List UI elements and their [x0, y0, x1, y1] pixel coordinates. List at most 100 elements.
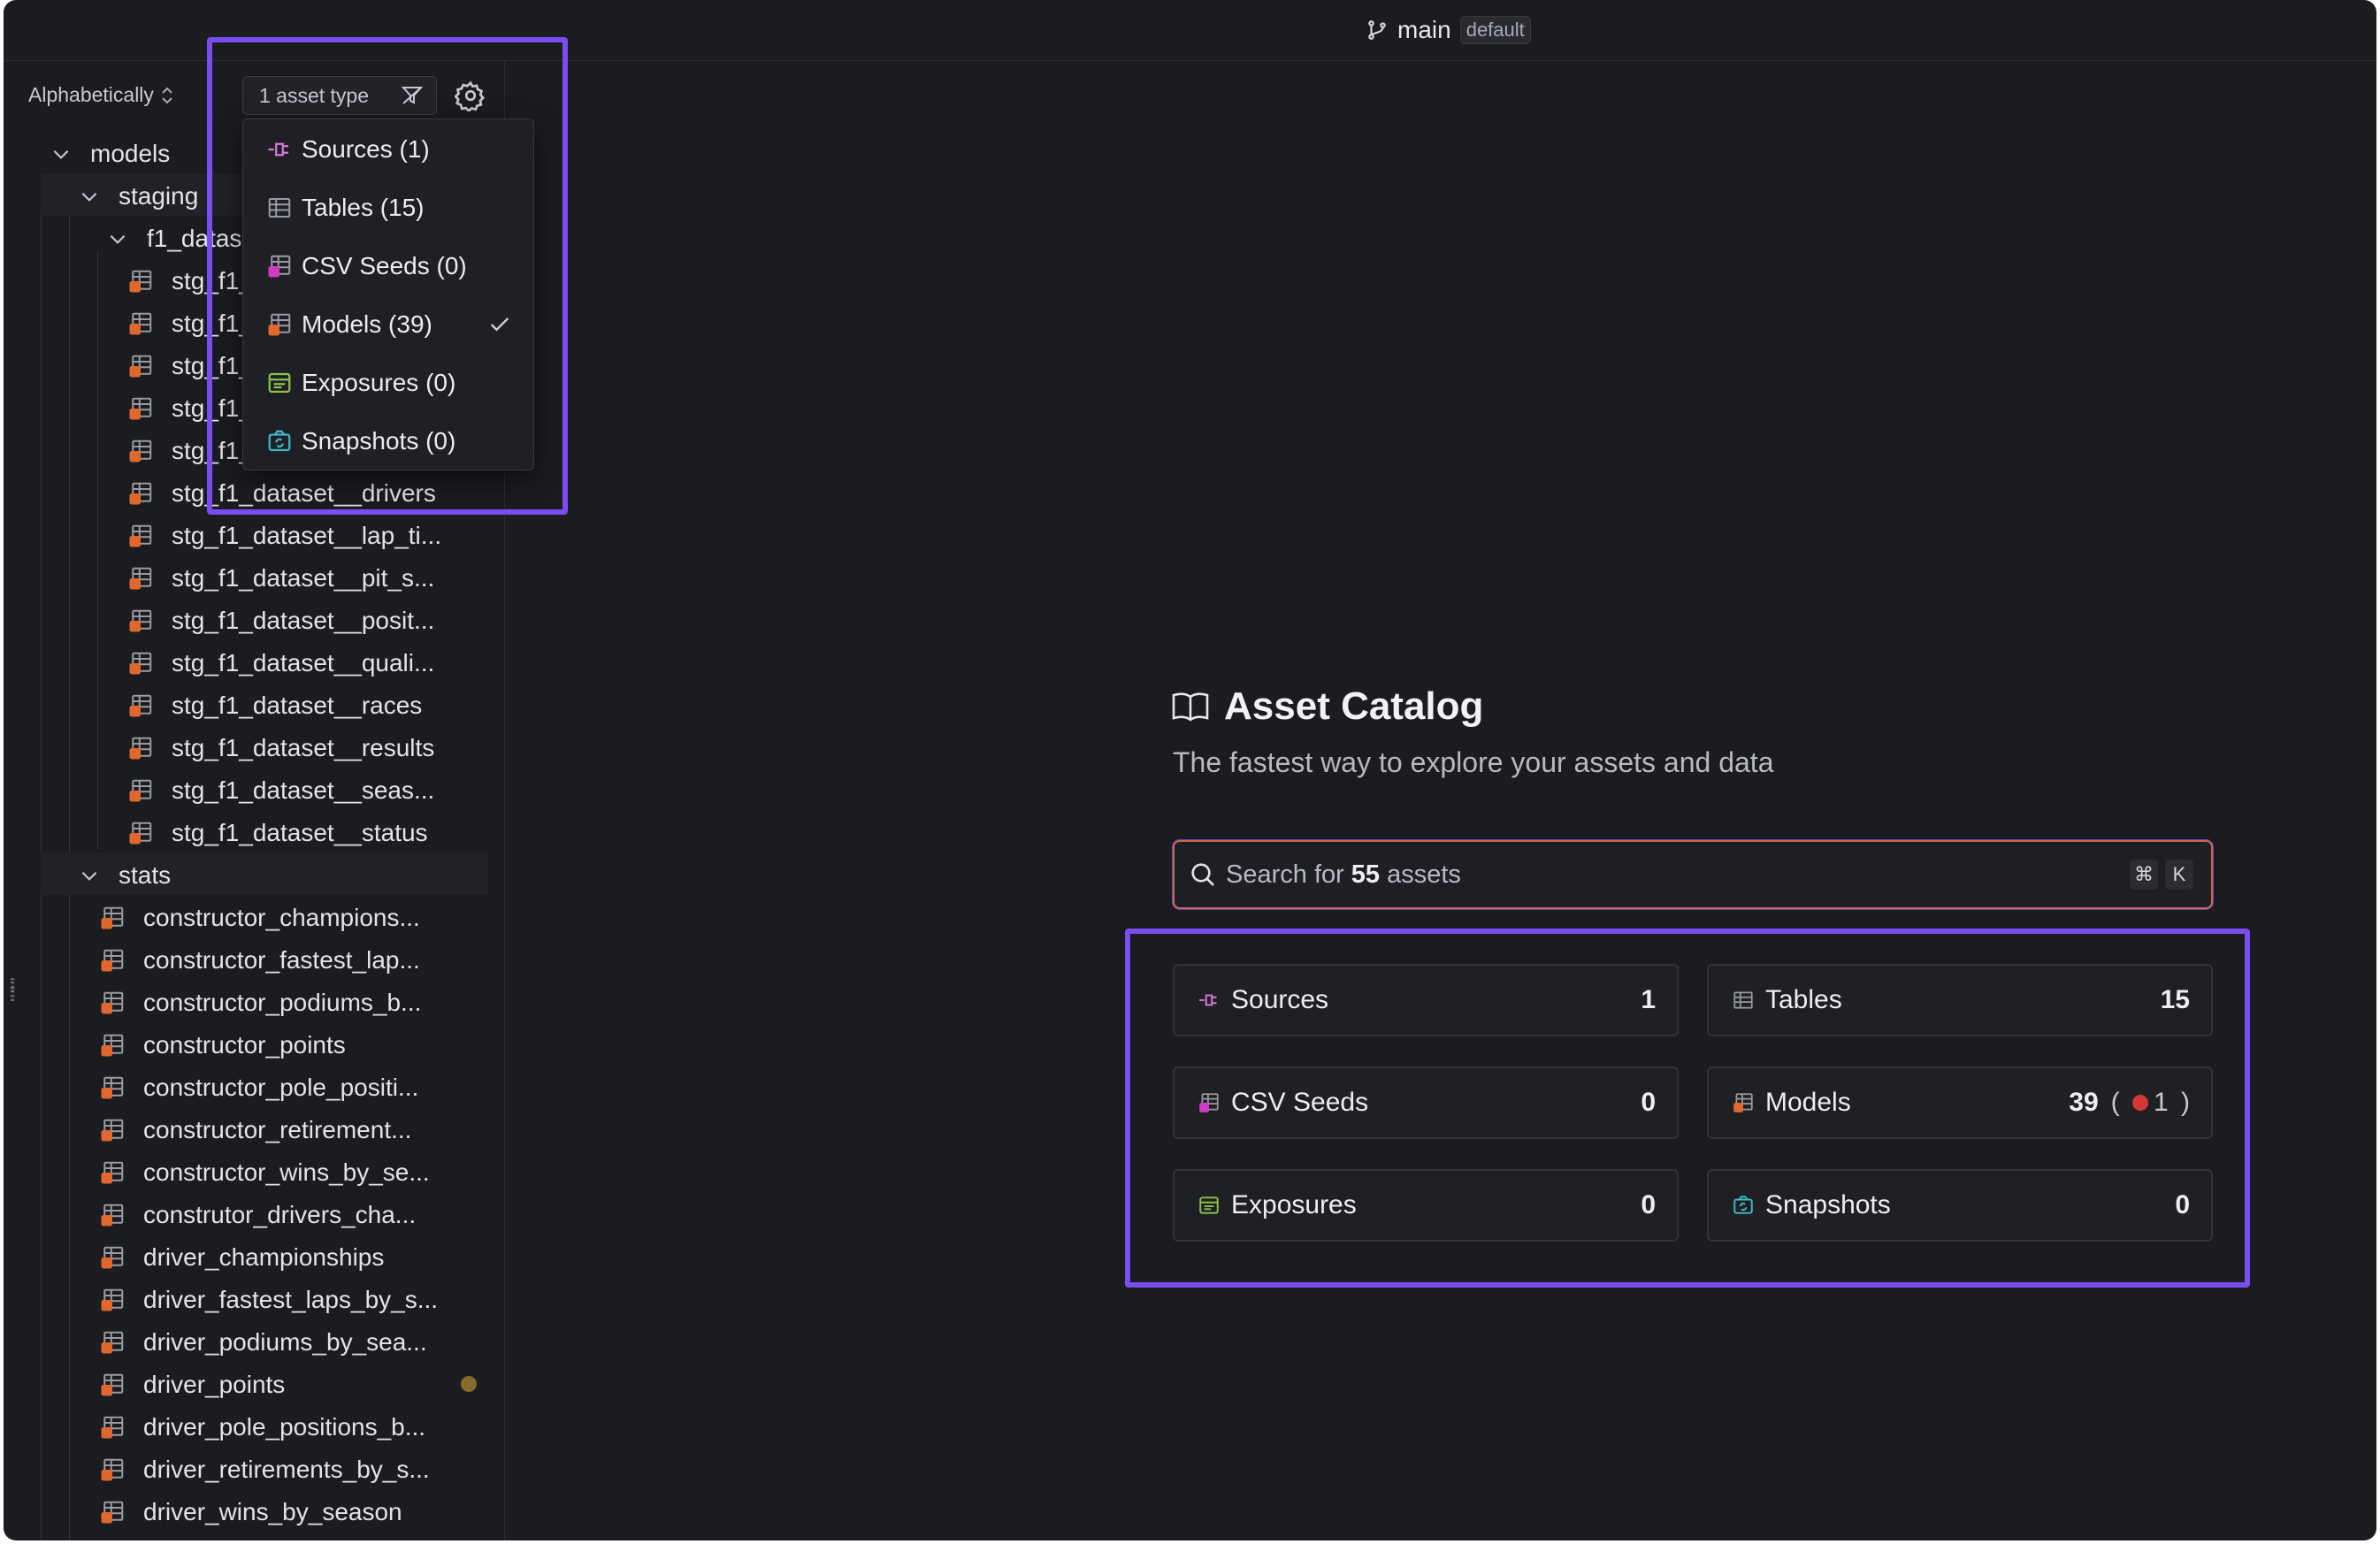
- git-branch-icon: [1368, 20, 1386, 40]
- model-icon: [99, 1499, 126, 1525]
- model-icon: [99, 1117, 126, 1143]
- tree-model-item[interactable]: stg_f1_dataset__pit_s...: [127, 557, 434, 600]
- tree-item-label: construtor_drivers_cha...: [143, 1201, 417, 1228]
- tree-item-label: driver_championships: [143, 1243, 385, 1271]
- highlight-cards: [1125, 929, 2250, 1288]
- tree-item-label: driver_wins_by_season: [143, 1498, 402, 1525]
- tree-item-label: constructor_champions...: [143, 904, 420, 931]
- tree-item-label: stats: [119, 861, 172, 889]
- tree-model-item[interactable]: driver_pole_positions_b...: [99, 1406, 425, 1448]
- model-icon: [99, 1244, 126, 1271]
- tree-model-item[interactable]: driver_wins_by_season: [99, 1491, 402, 1533]
- model-icon: [99, 905, 126, 931]
- branch-selector[interactable]: main default: [1366, 14, 1531, 46]
- book-icon: [1172, 692, 1209, 722]
- tree-item-label: constructor_pole_positi...: [143, 1074, 419, 1101]
- tree-item-label: stg_f1_dataset__posit...: [172, 607, 435, 634]
- branch-name: main: [1397, 16, 1451, 43]
- model-icon: [127, 310, 154, 337]
- model-icon: [127, 438, 154, 464]
- tree-folder-models[interactable]: models: [50, 133, 170, 175]
- catalog-title-text: Asset Catalog: [1224, 684, 1484, 728]
- chevron-down-icon: [106, 227, 129, 250]
- model-icon: [99, 1456, 126, 1483]
- tree-item-label: constructor_retirement...: [143, 1116, 412, 1143]
- tree-item-label: driver_fastest_laps_by_s...: [143, 1286, 439, 1313]
- tree-item-label: constructor_fastest_lap...: [143, 946, 420, 974]
- model-icon: [99, 1414, 126, 1441]
- model-icon: [99, 1032, 126, 1059]
- model-icon: [127, 608, 154, 634]
- model-icon: [127, 777, 154, 804]
- sort-label: Alphabetically: [28, 83, 154, 106]
- page-title: Asset Catalog: [1171, 684, 1483, 729]
- tree-item-label: stg_f1_dataset__races: [172, 692, 423, 719]
- model-icon: [99, 1159, 126, 1186]
- catalog-subtitle: The fastest way to explore your assets a…: [1173, 746, 1774, 778]
- sort-toggle[interactable]: Alphabetically: [28, 83, 175, 107]
- tree-model-item[interactable]: constructor_pole_positi...: [99, 1066, 418, 1109]
- chevron-down-icon: [78, 185, 101, 208]
- search-prefix: Search for: [1226, 860, 1344, 889]
- tree-item-label: stg_f1_dataset__pit_s...: [172, 564, 435, 592]
- model-icon: [99, 947, 126, 974]
- branch-tag: default: [1459, 16, 1531, 44]
- tree-item-label: driver_points: [143, 1371, 286, 1398]
- tree-model-item[interactable]: stg_f1_dataset__results: [127, 727, 434, 769]
- model-icon: [99, 1372, 126, 1398]
- tree-model-item[interactable]: constructor_points: [99, 1024, 346, 1066]
- model-icon: [99, 1287, 126, 1313]
- tree-item-label: constructor_points: [143, 1031, 346, 1059]
- chevron-down-icon: [50, 142, 73, 165]
- tree-model-item[interactable]: constructor_wins_by_se...: [99, 1151, 430, 1194]
- tree-model-item[interactable]: driver_points: [99, 1364, 285, 1406]
- tree-item-label: driver_pole_positions_b...: [143, 1413, 426, 1441]
- model-icon: [127, 523, 154, 549]
- model-icon: [127, 735, 154, 761]
- tree-folder-staging[interactable]: staging: [78, 175, 198, 218]
- tree-model-item[interactable]: driver_podiums_by_sea...: [99, 1321, 427, 1364]
- model-icon: [99, 1329, 126, 1356]
- search-suffix: assets: [1387, 860, 1461, 889]
- model-icon: [99, 1202, 126, 1228]
- model-icon: [127, 650, 154, 676]
- resize-handle[interactable]: ⁞⁞ ⁞⁞: [9, 976, 16, 1005]
- tree-model-item[interactable]: constructor_fastest_lap...: [99, 939, 420, 982]
- model-icon: [127, 820, 154, 846]
- tree-model-item[interactable]: stg_f1_dataset__lap_ti...: [127, 515, 441, 557]
- search-input[interactable]: Search for 55 assets ⌘ K: [1173, 840, 2213, 909]
- tree-model-item[interactable]: constructor_champions...: [99, 897, 420, 939]
- tree-model-item[interactable]: stg_f1_dataset__posit...: [127, 600, 434, 642]
- tree-model-item[interactable]: stg_f1_dataset__races: [127, 684, 422, 727]
- tree-model-item[interactable]: constructor_retirement...: [99, 1109, 411, 1151]
- tree-item-label: driver_podiums_by_sea...: [143, 1328, 427, 1356]
- model-icon: [127, 395, 154, 422]
- tree-folder-stats[interactable]: stats: [78, 854, 171, 897]
- model-icon: [127, 353, 154, 379]
- tree-item-label: staging: [119, 182, 199, 210]
- tree-item-label: stg_f1_dataset__lap_ti...: [172, 522, 442, 549]
- tree-item-label: stg_f1_dataset__status: [172, 819, 428, 846]
- sort-icon: [162, 87, 172, 103]
- search-count: 55: [1351, 860, 1381, 889]
- search-icon: [1191, 863, 1214, 886]
- tree-item-label: driver_retirements_by_s...: [143, 1456, 430, 1483]
- tree-model-item[interactable]: construtor_drivers_cha...: [99, 1194, 416, 1236]
- tree-item-label: constructor_wins_by_se...: [143, 1158, 430, 1186]
- status-dot: [461, 1376, 477, 1392]
- tree-model-item[interactable]: stg_f1_dataset__quali...: [127, 642, 434, 684]
- tree-model-item[interactable]: stg_f1_dataset__seas...: [127, 769, 434, 812]
- tree-model-item[interactable]: driver_championships: [99, 1236, 384, 1279]
- model-icon: [99, 990, 126, 1016]
- shortcut-k-key: K: [2165, 860, 2193, 890]
- tree-model-item[interactable]: constructor_podiums_b...: [99, 982, 421, 1024]
- tree-item-label: stg_f1_dataset__quali...: [172, 649, 435, 676]
- model-icon: [127, 480, 154, 507]
- tree-model-item[interactable]: stg_f1_dataset__status: [127, 812, 428, 854]
- tree-model-item[interactable]: driver_retirements_by_s...: [99, 1448, 430, 1491]
- shortcut-cmd-key: ⌘: [2130, 860, 2158, 890]
- model-icon: [127, 692, 154, 719]
- tree-model-item[interactable]: driver_fastest_laps_by_s...: [99, 1279, 438, 1321]
- tree-item-label: models: [90, 140, 171, 167]
- highlight-dropdown: [207, 37, 568, 515]
